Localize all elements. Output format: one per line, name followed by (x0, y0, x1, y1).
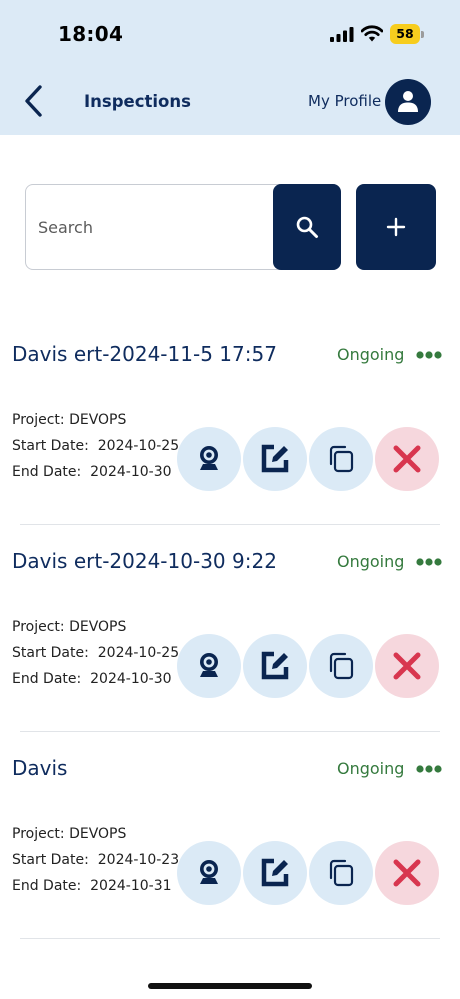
x-icon (393, 859, 421, 887)
edit-button[interactable] (243, 634, 307, 698)
status-badge: Ongoing (337, 759, 405, 778)
end-date-row: End Date: 2024-10-31 (12, 878, 172, 894)
end-date-value: 2024-10-31 (90, 878, 172, 894)
inspection-card[interactable]: Davis ert-2024-11-5 17:57 Ongoing Projec… (0, 342, 460, 548)
start-date-label: Start Date: (12, 645, 89, 661)
start-date-row: Start Date: 2024-10-25 (12, 645, 179, 661)
edit-button[interactable] (243, 427, 307, 491)
edit-button[interactable] (243, 841, 307, 905)
end-date-row: End Date: 2024-10-30 (12, 671, 172, 687)
camera-button[interactable] (177, 634, 241, 698)
status-bar: 18:04 58 (0, 0, 460, 68)
start-date-value: 2024-10-25 (97, 645, 180, 661)
camera-button[interactable] (177, 841, 241, 905)
project-value: DEVOPS (69, 619, 127, 635)
home-indicator[interactable] (148, 983, 312, 989)
project-row: Project: DEVOPS (12, 412, 126, 428)
start-date-row: Start Date: 2024-10-25 (12, 438, 179, 454)
inspection-card[interactable]: Davis ert-2024-10-30 9:22 Ongoing Projec… (0, 549, 460, 755)
copy-button[interactable] (309, 841, 373, 905)
status-badge: Ongoing (337, 552, 405, 571)
end-date-label: End Date: (12, 671, 82, 687)
copy-icon (329, 445, 354, 473)
status-badge: Ongoing (337, 345, 405, 364)
inspection-title: Davis (12, 756, 68, 780)
signal-icon (330, 27, 354, 42)
start-date-label: Start Date: (12, 852, 89, 868)
project-label: Project: (12, 826, 65, 842)
project-row: Project: DEVOPS (12, 826, 126, 842)
divider (20, 938, 440, 939)
add-inspection-button[interactable] (356, 184, 436, 270)
delete-button[interactable] (375, 427, 439, 491)
edit-square-icon (261, 444, 289, 473)
chevron-left-icon (25, 85, 42, 117)
end-date-value: 2024-10-30 (90, 671, 172, 687)
inspection-title: Davis ert-2024-11-5 17:57 (12, 342, 277, 366)
battery-level: 58 (396, 26, 414, 41)
project-label: Project: (12, 619, 65, 635)
end-date-row: End Date: 2024-10-30 (12, 464, 172, 480)
ellipsis-icon[interactable] (416, 765, 442, 773)
project-value: DEVOPS (69, 826, 127, 842)
end-date-value: 2024-10-30 (90, 464, 172, 480)
start-date-value: 2024-10-23 (97, 852, 180, 868)
edit-square-icon (261, 858, 289, 887)
end-date-label: End Date: (12, 878, 82, 894)
inspection-title: Davis ert-2024-10-30 9:22 (12, 549, 277, 573)
end-date-label: End Date: (12, 464, 82, 480)
ellipsis-icon[interactable] (416, 558, 442, 566)
person-icon (398, 91, 418, 112)
divider (20, 524, 440, 525)
copy-icon (329, 859, 354, 887)
back-button[interactable] (18, 81, 52, 121)
profile-avatar-button[interactable] (385, 79, 431, 125)
delete-button[interactable] (375, 634, 439, 698)
project-value: DEVOPS (69, 412, 127, 428)
inspection-card[interactable]: Davis Ongoing Project: DEVOPS Start Date… (0, 756, 460, 962)
my-profile-link[interactable]: My Profile (308, 92, 381, 110)
divider (20, 731, 440, 732)
app-header: Inspections My Profile (0, 68, 460, 135)
delete-button[interactable] (375, 841, 439, 905)
project-row: Project: DEVOPS (12, 619, 126, 635)
page-title: Inspections (84, 92, 191, 111)
edit-square-icon (261, 651, 289, 680)
copy-button[interactable] (309, 634, 373, 698)
wifi-icon (361, 25, 383, 42)
copy-button[interactable] (309, 427, 373, 491)
battery-indicator: 58 (390, 24, 424, 44)
x-icon (393, 445, 421, 473)
battery-tip (421, 31, 424, 38)
magnifier-icon (296, 216, 318, 238)
plus-icon (386, 217, 406, 237)
start-date-label: Start Date: (12, 438, 89, 454)
webcam-icon (200, 446, 218, 470)
ellipsis-icon[interactable] (416, 351, 442, 359)
start-date-value: 2024-10-25 (97, 438, 180, 454)
search-input[interactable] (38, 211, 268, 243)
status-time: 18:04 (58, 22, 124, 46)
search-button[interactable] (273, 184, 341, 270)
x-icon (393, 652, 421, 680)
start-date-row: Start Date: 2024-10-23 (12, 852, 179, 868)
project-label: Project: (12, 412, 65, 428)
webcam-icon (200, 653, 218, 677)
webcam-icon (200, 860, 218, 884)
copy-icon (329, 652, 354, 680)
camera-button[interactable] (177, 427, 241, 491)
